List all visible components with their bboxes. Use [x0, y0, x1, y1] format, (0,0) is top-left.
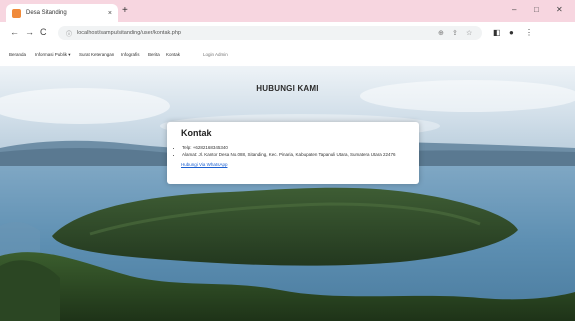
back-icon[interactable]: ←: [10, 27, 19, 37]
contact-address: Alamat: Jl. Kantor Desa No.088, Sitandin…: [182, 151, 420, 158]
whatsapp-link[interactable]: Hubungi Via WhatsApp: [181, 162, 227, 167]
window-close-icon[interactable]: ✕: [556, 5, 563, 14]
menu-icon[interactable]: ⋮: [525, 28, 533, 37]
nav-item-surat-keterangan[interactable]: Surat Keterangan: [79, 52, 114, 57]
site-navbar: Beranda Informasi Publik ▾ Surat Keteran…: [0, 44, 575, 67]
nav-item-informasi-publik[interactable]: Informasi Publik ▾: [35, 52, 71, 58]
window-minimize-icon[interactable]: –: [512, 5, 516, 14]
browser-tab[interactable]: Desa Sitanding ×: [6, 4, 118, 22]
tab-close-icon[interactable]: ×: [108, 10, 112, 17]
forward-icon[interactable]: →: [25, 27, 34, 37]
nav-item-berita[interactable]: Berita: [148, 52, 160, 57]
favicon-icon: [12, 8, 21, 18]
profile-icon[interactable]: ●: [509, 28, 514, 37]
page-title: HUBUNGI KAMI: [256, 84, 319, 93]
contact-list: Telp: +6282168345340 Alamat: Jl. Kantor …: [175, 144, 420, 158]
nav-item-infografis[interactable]: Infografis: [121, 52, 140, 57]
hero-background: [0, 66, 575, 321]
info-icon[interactable]: ⓘ: [66, 29, 72, 38]
browser-tab-bar: Desa Sitanding × + – □ ✕: [0, 0, 575, 22]
share-icon[interactable]: ⇪: [452, 29, 458, 37]
tab-title: Desa Sitanding: [26, 10, 67, 16]
nav-login-admin[interactable]: Login Admin: [203, 52, 228, 57]
nav-item-beranda[interactable]: Beranda: [9, 52, 26, 57]
url-text: localhost/sampu/sitanding/user/kontak.ph…: [77, 30, 181, 36]
zoom-icon[interactable]: ⊕: [438, 29, 444, 37]
address-bar[interactable]: ⓘ localhost/sampu/sitanding/user/kontak.…: [58, 26, 482, 40]
new-tab-icon[interactable]: +: [122, 5, 128, 16]
nav-item-kontak[interactable]: Kontak: [166, 52, 180, 57]
contact-card: Kontak Telp: +6282168345340 Alamat: Jl. …: [167, 122, 419, 184]
lake-landscape-image: [0, 66, 575, 321]
window-restore-icon[interactable]: □: [534, 5, 539, 14]
contact-phone: Telp: +6282168345340: [182, 144, 420, 151]
star-icon[interactable]: ☆: [466, 29, 472, 37]
browser-toolbar: ← → C ⓘ localhost/sampu/sitanding/user/k…: [0, 22, 575, 44]
reload-icon[interactable]: C: [40, 27, 47, 37]
contact-title: Kontak: [181, 128, 212, 138]
extension-icon[interactable]: ◧: [493, 28, 501, 37]
